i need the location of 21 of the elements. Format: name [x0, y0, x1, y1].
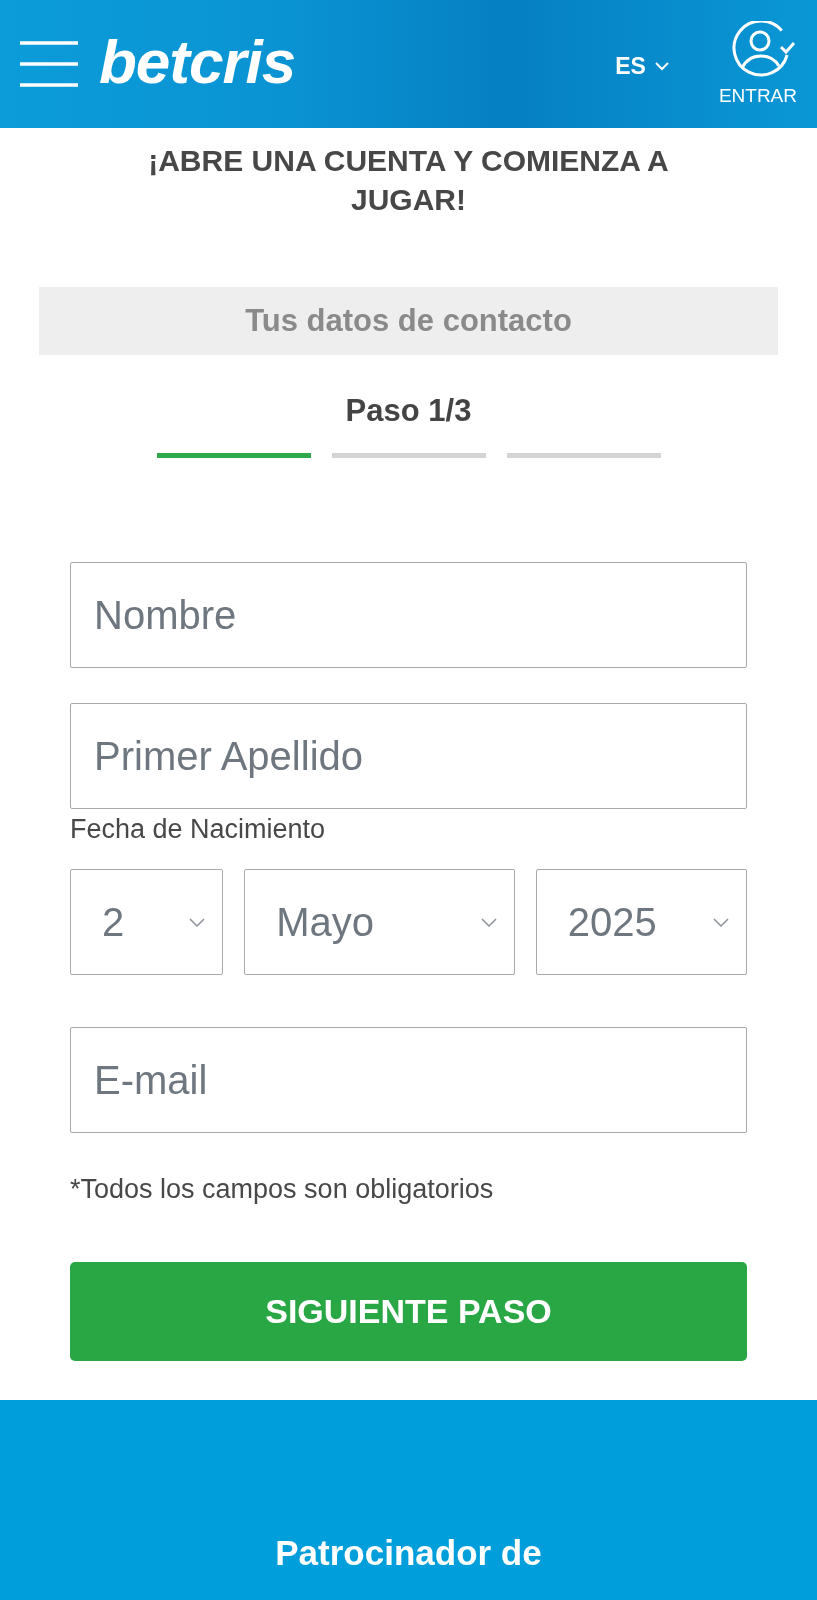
field-label: Fecha de Nacimiento [70, 816, 327, 842]
input-field[interactable]: Nombre [70, 562, 747, 668]
login-button[interactable]: ENTRAR [718, 21, 797, 107]
brand-logo[interactable]: betcris [99, 30, 296, 94]
sponsor-heading: Patrocinador de [274, 1532, 543, 1574]
page-title: ¡ABRE UNA CUENTA Y COMIENZA A JUGAR! [147, 143, 670, 218]
section-header: Tus datos de contacto [39, 287, 778, 355]
date-select[interactable]: 2025 [535, 869, 747, 975]
required-note: *Todos los campos son obligatorios [70, 1175, 495, 1203]
chevron-down-icon [713, 917, 729, 927]
menu-icon[interactable] [20, 41, 78, 87]
step-label: Paso 1/3 [344, 396, 473, 426]
date-select[interactable]: 2 [70, 869, 224, 975]
input-field[interactable]: E-mail [70, 1027, 747, 1133]
chevron-down-icon [654, 61, 669, 71]
chevron-down-icon [480, 917, 497, 927]
input-field[interactable]: Primer Apellido [70, 703, 747, 809]
chevron-down-icon [189, 917, 206, 927]
language-selector[interactable]: ES [615, 52, 669, 80]
next-step-button[interactable]: SIGUIENTE PASO [70, 1262, 747, 1361]
date-select[interactable]: Mayo [244, 869, 515, 975]
